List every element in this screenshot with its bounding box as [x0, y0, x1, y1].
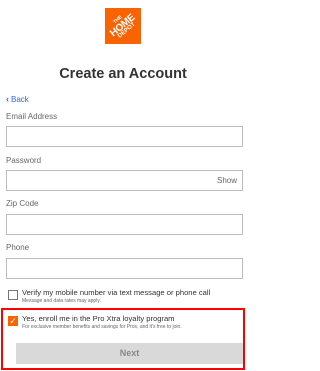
- pro-xtra-label: Yes, enroll me in the Pro Xtra loyalty p…: [22, 314, 175, 323]
- verify-mobile-sublabel: Message and data rates may apply.: [22, 298, 101, 304]
- logo-wordmark: THE HOME DEPOT: [106, 9, 141, 43]
- verify-mobile-checkbox[interactable]: [8, 290, 18, 300]
- home-depot-logo: THE HOME DEPOT: [105, 8, 141, 44]
- pro-xtra-checkbox[interactable]: ✓: [8, 316, 18, 326]
- page-title: Create an Account: [59, 66, 187, 82]
- checkmark-icon: ✓: [9, 316, 17, 326]
- password-field[interactable]: [6, 170, 243, 191]
- verify-mobile-label: Verify my mobile number via text message…: [22, 288, 211, 297]
- back-label: Back: [11, 95, 29, 104]
- email-label: Email Address: [6, 112, 58, 121]
- next-button[interactable]: Next: [16, 343, 243, 364]
- phone-field[interactable]: [6, 258, 243, 279]
- pro-xtra-sublabel: For exclusive member benefits and saving…: [22, 324, 182, 330]
- show-password-toggle[interactable]: Show: [217, 176, 237, 185]
- chevron-left-icon: ‹: [6, 94, 9, 104]
- zip-code-field[interactable]: [6, 214, 243, 235]
- password-label: Password: [6, 156, 42, 165]
- zip-code-label: Zip Code: [6, 199, 39, 208]
- phone-label: Phone: [6, 243, 30, 252]
- back-link[interactable]: ‹ Back: [6, 94, 29, 105]
- email-field[interactable]: [6, 126, 243, 147]
